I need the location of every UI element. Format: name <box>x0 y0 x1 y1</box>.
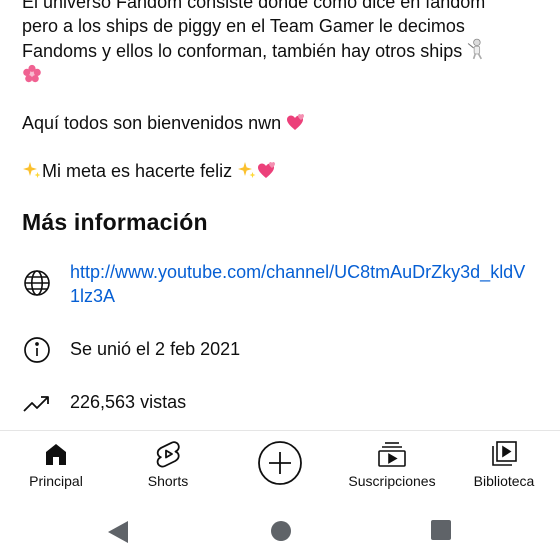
system-nav-bar <box>0 505 560 560</box>
nav-item-shorts[interactable]: Shorts <box>112 431 224 505</box>
trending-up-icon <box>22 388 52 418</box>
sparkles-emoji-icon <box>238 162 256 178</box>
cherry-blossom-emoji-icon <box>23 64 41 83</box>
channel-link-row[interactable]: http://www.youtube.com/channel/UC8tmAuDr… <box>22 260 530 308</box>
nav-label: Biblioteca <box>473 473 535 489</box>
globe-icon <box>22 268 52 298</box>
info-icon <box>22 335 52 365</box>
two-hearts-emoji-icon <box>287 114 305 130</box>
nav-item-suscripciones[interactable]: Suscripciones <box>336 431 448 505</box>
description-line: Fandoms y ellos lo conforman, también ha… <box>22 41 463 61</box>
description-line: pero a los ships de piggy en el Team Gam… <box>22 16 465 36</box>
description-line: Mi meta es hacerte feliz <box>42 161 233 181</box>
create-icon <box>257 440 303 486</box>
views-count: 226,563 vistas <box>70 392 187 412</box>
channel-description: El universo Fandom consiste dónde como d… <box>22 0 537 183</box>
channel-url-link[interactable]: http://www.youtube.com/channel/UC8tmAuDr… <box>70 260 530 308</box>
more-info-title: Más información <box>22 209 208 235</box>
sparkles-emoji-icon <box>23 162 41 178</box>
home-circle-icon[interactable] <box>270 520 292 547</box>
fencer-emoji-icon <box>467 38 483 60</box>
joined-row: Se unió el 2 feb 2021 <box>22 335 240 365</box>
recents-icon[interactable] <box>430 519 452 546</box>
nav-item-biblioteca[interactable]: Biblioteca <box>448 431 560 505</box>
subscriptions-icon <box>377 439 407 469</box>
views-row: 226,563 vistas <box>22 388 186 418</box>
library-icon <box>489 439 519 469</box>
bottom-nav: Principal Shorts Suscripciones Bibliotec… <box>0 431 560 505</box>
joined-date: Se unió el 2 feb 2021 <box>70 339 241 359</box>
nav-item-create[interactable] <box>224 431 336 505</box>
shorts-icon <box>153 439 183 469</box>
description-line: El universo Fandom consiste dónde como d… <box>22 0 486 12</box>
nav-label: Principal <box>29 473 83 489</box>
nav-label: Suscripciones <box>348 473 436 489</box>
nav-item-principal[interactable]: Principal <box>0 431 112 505</box>
nav-label: Shorts <box>147 473 189 489</box>
description-line: Aquí todos son bienvenidos nwn <box>22 113 282 133</box>
two-hearts-emoji-icon <box>258 162 276 178</box>
back-icon[interactable] <box>106 519 130 550</box>
home-icon <box>41 439 71 469</box>
